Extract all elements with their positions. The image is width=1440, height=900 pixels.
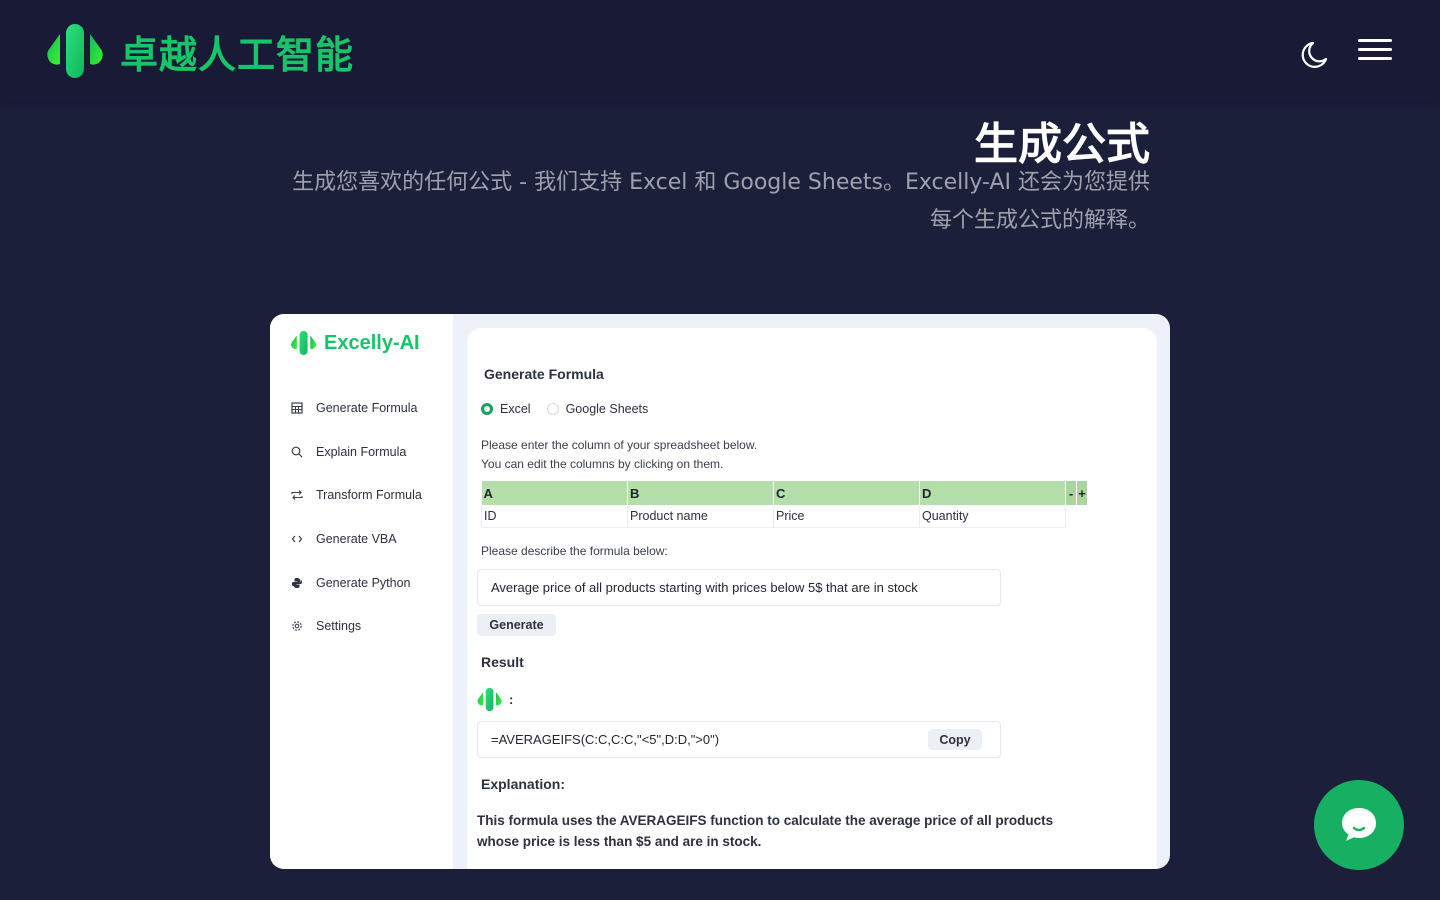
brand-logo-icon bbox=[47, 24, 103, 78]
hamburger-menu-icon[interactable] bbox=[1358, 39, 1392, 63]
description-label: Please describe the formula below: bbox=[481, 544, 668, 558]
sidebar-item-label: Generate Python bbox=[316, 575, 411, 590]
generate-button[interactable]: Generate bbox=[477, 614, 556, 636]
radio-checked-indicator[interactable] bbox=[481, 403, 493, 415]
columns-table: A B C D - + ID Product name Price Quanti… bbox=[481, 481, 1088, 528]
search-icon bbox=[290, 445, 304, 459]
result-heading: Result bbox=[481, 654, 524, 670]
platform-radio-group: Excel Google Sheets bbox=[481, 402, 664, 416]
radio-label: Excel bbox=[500, 402, 531, 416]
column-name-cell[interactable]: ID bbox=[481, 505, 628, 528]
column-header[interactable]: A bbox=[481, 481, 628, 505]
sidebar-brand-name: Excelly-AI bbox=[324, 331, 420, 354]
sidebar-item-generate-vba[interactable]: Generate VBA bbox=[290, 517, 422, 561]
copy-button[interactable]: Copy bbox=[928, 729, 982, 750]
column-name-cell[interactable]: Price bbox=[773, 505, 920, 528]
explanation-text: This formula uses the AVERAGEIFS functio… bbox=[477, 813, 1054, 849]
column-header[interactable]: D bbox=[919, 481, 1066, 505]
top-navbar: 卓越人工智能 bbox=[0, 0, 1440, 102]
app-preview: Excelly-AI Generate Formula Explain Form… bbox=[270, 314, 1170, 869]
result-avatar: : bbox=[477, 687, 513, 712]
chat-bubble-icon bbox=[1342, 808, 1376, 841]
chat-widget-button[interactable] bbox=[1314, 780, 1404, 870]
table-icon bbox=[290, 401, 304, 415]
radio-excel[interactable]: Excel bbox=[481, 402, 531, 416]
formula-result-box: =AVERAGEIFS(C:C,C:C,"<5",D:D,">0") Copy bbox=[477, 721, 1001, 758]
brand-name: 卓越人工智能 bbox=[120, 32, 355, 77]
gear-icon bbox=[290, 619, 304, 633]
add-column-button[interactable]: + bbox=[1076, 481, 1088, 505]
explanation-heading: Explanation: bbox=[481, 776, 566, 792]
sidebar-item-label: Generate Formula bbox=[316, 400, 418, 415]
column-header[interactable]: C bbox=[773, 481, 920, 505]
radio-label: Google Sheets bbox=[565, 402, 649, 416]
sidebar-item-transform-formula[interactable]: Transform Formula bbox=[290, 473, 422, 517]
sidebar-brand[interactable]: Excelly-AI bbox=[290, 330, 420, 356]
sidebar-item-generate-python[interactable]: Generate Python bbox=[290, 561, 422, 605]
column-name-cell[interactable]: Quantity bbox=[919, 505, 1066, 528]
sidebar-item-settings[interactable]: Settings bbox=[290, 604, 422, 648]
column-name-cell[interactable]: Product name bbox=[627, 505, 774, 528]
code-brackets-icon bbox=[290, 532, 304, 546]
radio-unchecked-indicator[interactable] bbox=[546, 403, 559, 415]
column-name-row: ID Product name Price Quantity bbox=[481, 505, 1088, 528]
radio-google-sheets[interactable]: Google Sheets bbox=[546, 402, 649, 416]
column-header-row: A B C D - + bbox=[481, 481, 1088, 505]
sidebar-item-explain-formula[interactable]: Explain Formula bbox=[290, 430, 422, 474]
instruction-line: You can edit the columns by clicking on … bbox=[481, 457, 724, 471]
column-instructions: Please enter the column of your spreadsh… bbox=[481, 436, 757, 474]
instruction-line: Please enter the column of your spreadsh… bbox=[481, 438, 758, 452]
python-icon bbox=[290, 576, 304, 590]
result-colon: : bbox=[509, 692, 514, 707]
columns-editor: A B C D - + ID Product name Price Quanti… bbox=[481, 481, 1088, 528]
sidebar-nav: Generate Formula Explain Formula Transfo… bbox=[290, 386, 422, 648]
formula-output: =AVERAGEIFS(C:C,C:C,"<5",D:D,">0") bbox=[491, 732, 720, 747]
excelly-logo-icon bbox=[477, 687, 502, 712]
sidebar-item-label: Generate VBA bbox=[316, 531, 397, 546]
remove-column-button[interactable]: - bbox=[1065, 481, 1077, 505]
brand[interactable]: 卓越人工智能 bbox=[46, 22, 354, 80]
sidebar: Excelly-AI Generate Formula Explain Form… bbox=[270, 314, 453, 869]
sidebar-item-generate-formula[interactable]: Generate Formula bbox=[290, 386, 422, 430]
column-header[interactable]: B bbox=[627, 481, 774, 505]
sidebar-item-label: Settings bbox=[316, 619, 362, 634]
formula-description-input[interactable]: Average price of all products starting w… bbox=[477, 569, 1001, 606]
sidebar-item-label: Transform Formula bbox=[316, 488, 422, 503]
excelly-logo-icon bbox=[291, 330, 316, 356]
moon-icon[interactable] bbox=[1297, 38, 1331, 72]
generate-formula-panel: Generate Formula Excel Google Sheets Ple… bbox=[467, 328, 1157, 869]
page-subtitle: 生成您喜欢的任何公式 - 我们支持 Excel 和 Google Sheets。… bbox=[292, 170, 1150, 233]
repeat-arrows-icon bbox=[290, 488, 304, 502]
panel-title: Generate Formula bbox=[484, 366, 604, 382]
page-title: 生成公式 bbox=[974, 119, 1150, 170]
sidebar-item-label: Explain Formula bbox=[316, 444, 407, 459]
